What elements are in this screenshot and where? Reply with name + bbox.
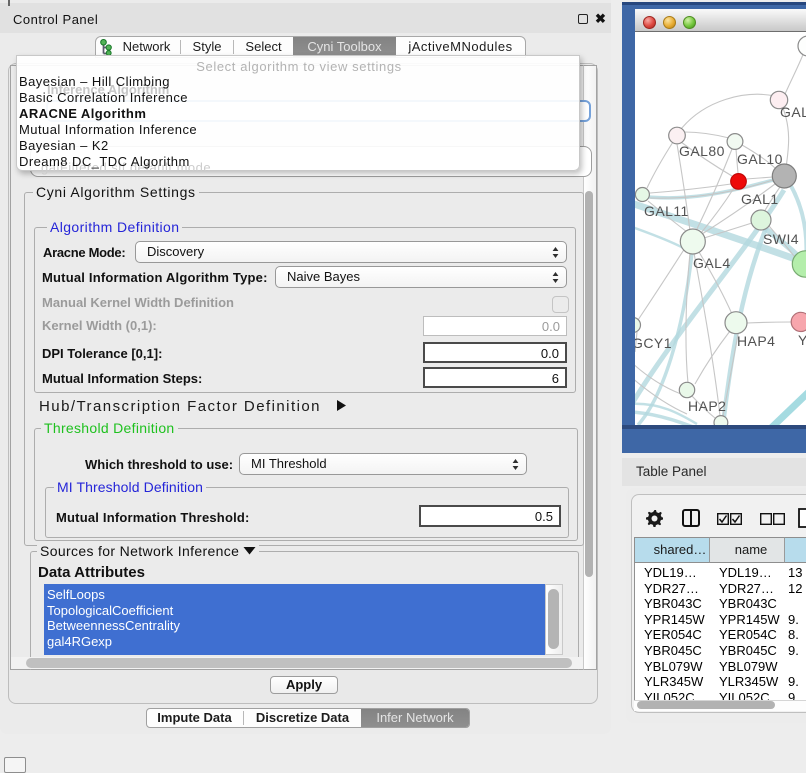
svg-text:GAL4: GAL4: [693, 255, 731, 271]
svg-text:GAL10: GAL10: [737, 151, 783, 167]
svg-text:GCY1: GCY1: [635, 335, 672, 351]
svg-text:SWI4: SWI4: [763, 231, 799, 247]
svg-text:GAL80: GAL80: [679, 143, 725, 159]
svg-text:GAL7: GAL7: [780, 104, 806, 120]
svg-text:HAP2: HAP2: [688, 398, 726, 414]
svg-text:GAL1: GAL1: [741, 191, 779, 207]
svg-text:GAL11: GAL11: [644, 203, 689, 219]
svg-text:HAP4: HAP4: [737, 333, 775, 349]
svg-text:YM: YM: [798, 332, 806, 348]
